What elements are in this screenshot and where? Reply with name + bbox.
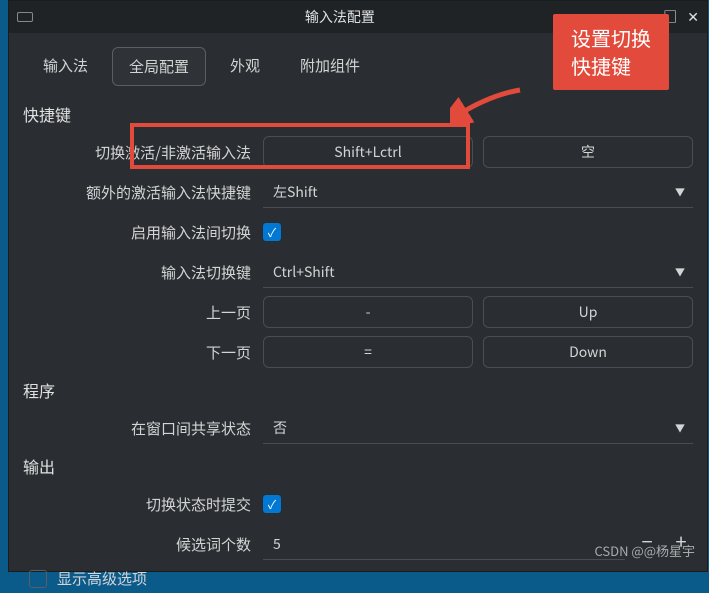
- select-share-state[interactable]: 否 ▼: [263, 412, 693, 444]
- checkbox-commit-on-switch[interactable]: ✓: [263, 495, 281, 513]
- select-value: Ctrl+Shift: [273, 262, 335, 282]
- row-enable-switch: 启用输入法间切换 ✓: [9, 212, 707, 252]
- label-share-state: 在窗口间共享状态: [23, 418, 263, 439]
- section-output: 输出: [9, 448, 707, 484]
- select-im-switch-key[interactable]: Ctrl+Shift ▼: [263, 256, 693, 288]
- label-next-page: 下一页: [23, 342, 263, 363]
- hotkey-next-page-1[interactable]: =: [263, 336, 473, 368]
- hotkey-toggle-activate-2[interactable]: 空: [483, 136, 693, 168]
- label-enable-switch: 启用输入法间切换: [23, 222, 263, 243]
- annotation-callout: 设置切换 快捷键: [553, 14, 669, 90]
- row-toggle-activate: 切换激活/非激活输入法 Shift+Lctrl 空: [9, 132, 707, 172]
- chevron-down-icon: ▼: [675, 184, 685, 199]
- row-prev-page: 上一页 - Up: [9, 292, 707, 332]
- keyboard-icon: [17, 12, 33, 22]
- input-candidate-count[interactable]: 5: [263, 528, 625, 560]
- close-button[interactable]: ✕: [687, 7, 699, 27]
- row-share-state: 在窗口间共享状态 否 ▼: [9, 408, 707, 448]
- select-value: 否: [273, 418, 287, 438]
- tab-global-config[interactable]: 全局配置: [112, 47, 206, 86]
- section-program: 程序: [9, 372, 707, 408]
- callout-line1: 设置切换: [571, 24, 651, 52]
- tab-input-method[interactable]: 输入法: [27, 47, 104, 86]
- label-toggle-activate: 切换激活/非激活输入法: [23, 142, 263, 163]
- select-value: 左Shift: [273, 182, 318, 202]
- row-show-advanced: 显示高级选项: [9, 564, 707, 593]
- label-im-switch-key: 输入法切换键: [23, 262, 263, 283]
- window-title: 输入法配置: [39, 7, 641, 27]
- row-commit-on-switch: 切换状态时提交 ✓: [9, 484, 707, 524]
- chevron-down-icon: ▼: [675, 420, 685, 435]
- label-extra-activate: 额外的激活输入法快捷键: [23, 182, 263, 203]
- tab-appearance[interactable]: 外观: [214, 47, 276, 86]
- checkbox-enable-switch[interactable]: ✓: [263, 223, 281, 241]
- row-extra-activate: 额外的激活输入法快捷键 左Shift ▼: [9, 172, 707, 212]
- label-commit-on-switch: 切换状态时提交: [23, 494, 263, 515]
- hotkey-next-page-2[interactable]: Down: [483, 336, 693, 368]
- label-prev-page: 上一页: [23, 302, 263, 323]
- chevron-down-icon: ▼: [675, 264, 685, 279]
- tab-addons[interactable]: 附加组件: [284, 47, 376, 86]
- watermark: CSDN @@杨星宇: [594, 541, 695, 560]
- hotkey-prev-page-1[interactable]: -: [263, 296, 473, 328]
- row-im-switch-key: 输入法切换键 Ctrl+Shift ▼: [9, 252, 707, 292]
- callout-line2: 快捷键: [571, 52, 651, 80]
- label-show-advanced: 显示高级选项: [57, 568, 147, 589]
- label-candidate-count: 候选词个数: [23, 534, 263, 555]
- section-shortcut: 快捷键: [9, 96, 707, 132]
- hotkey-toggle-activate-1[interactable]: Shift+Lctrl: [263, 136, 473, 168]
- row-next-page: 下一页 = Down: [9, 332, 707, 372]
- select-extra-activate[interactable]: 左Shift ▼: [263, 176, 693, 208]
- annotation-arrow-icon: [450, 85, 530, 125]
- hotkey-prev-page-2[interactable]: Up: [483, 296, 693, 328]
- checkbox-show-advanced[interactable]: [29, 570, 47, 588]
